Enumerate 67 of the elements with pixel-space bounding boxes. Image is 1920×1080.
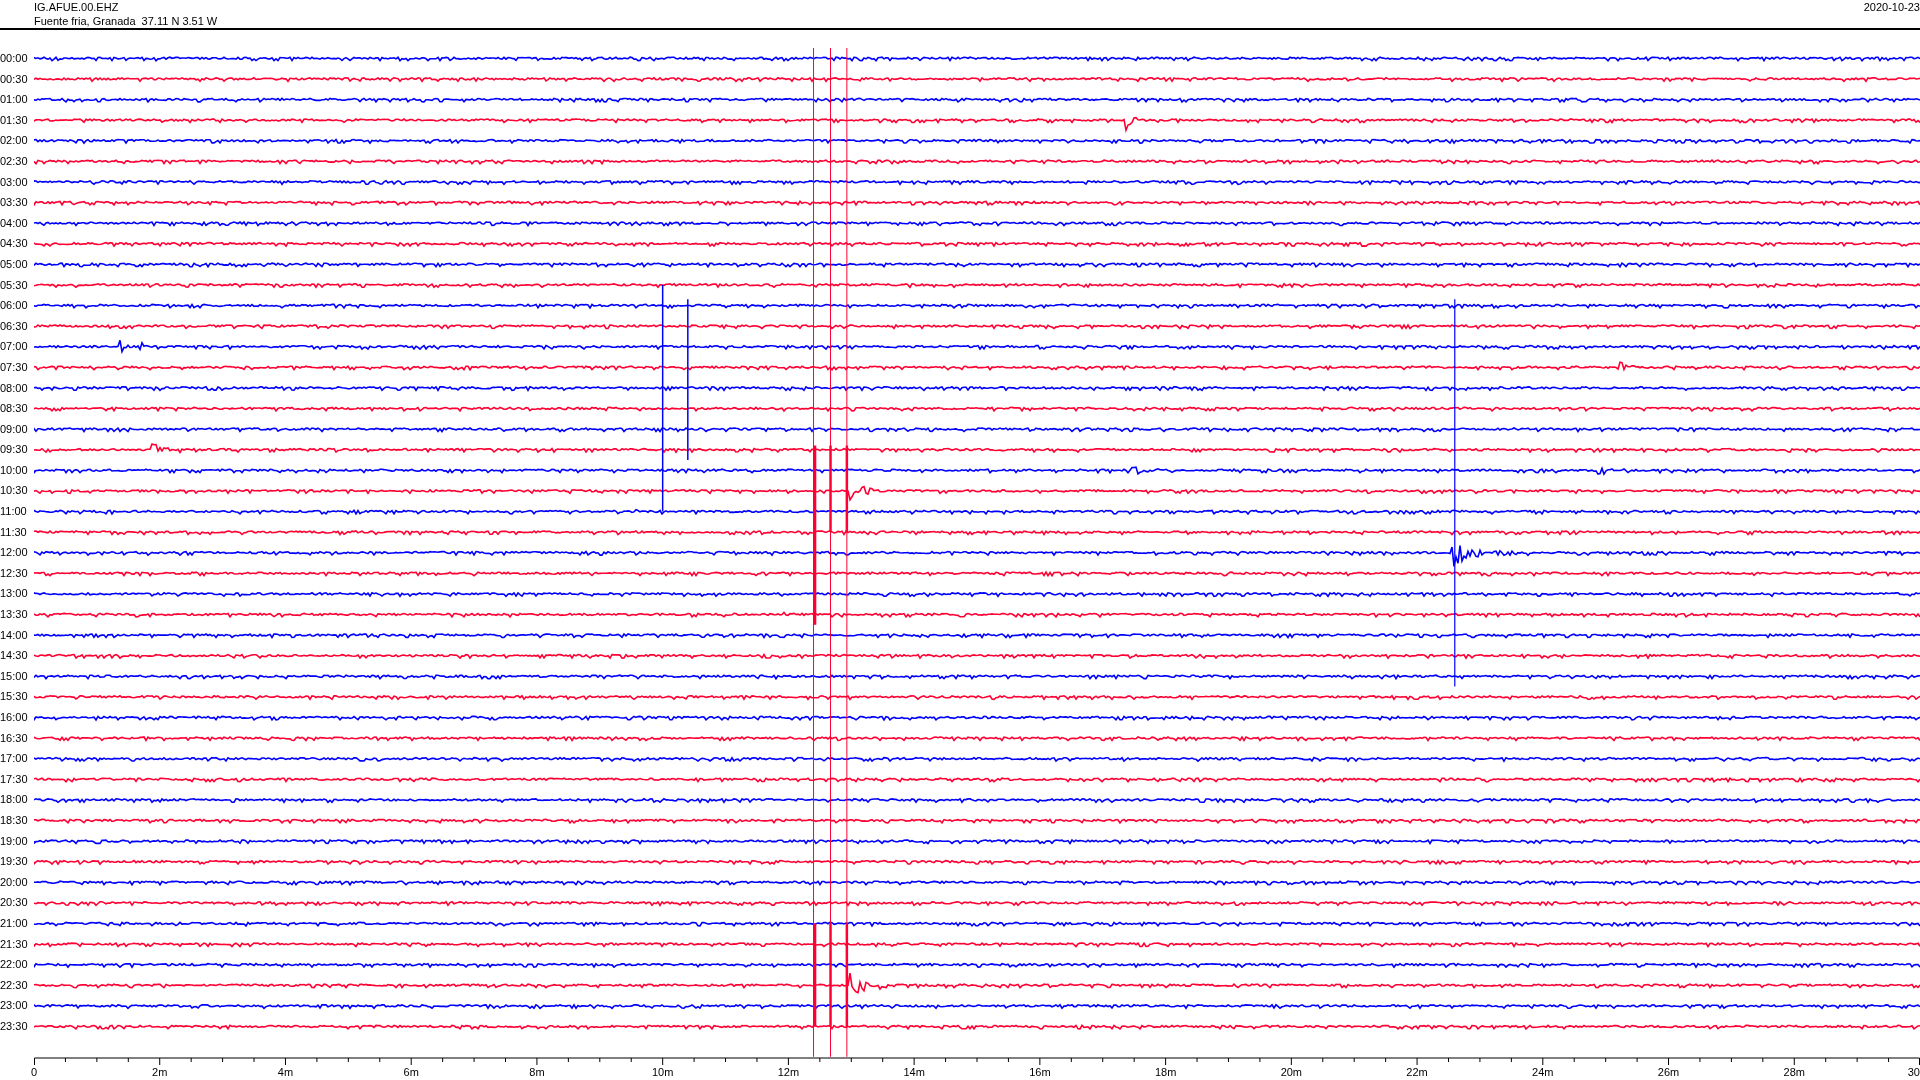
axis-tick-label: 6m: [403, 1066, 419, 1079]
time-label: 17:00: [0, 751, 29, 767]
time-label: 19:30: [0, 854, 29, 870]
time-label: 22:00: [0, 957, 29, 973]
station-location: Fuente fria, Granada 37.11 N 3.51 W: [34, 14, 218, 28]
time-label: 16:30: [0, 730, 29, 746]
time-label: 12:00: [0, 545, 29, 561]
time-label: 20:30: [0, 895, 29, 911]
time-label: 02:30: [0, 153, 29, 169]
time-label: 05:00: [0, 256, 29, 272]
axis-tick-label: 2m: [152, 1066, 168, 1079]
axis-tick-label: 14m: [903, 1066, 925, 1079]
time-label: 09:30: [0, 442, 29, 458]
time-label: 07:30: [0, 359, 29, 375]
time-label: 21:00: [0, 915, 29, 931]
time-label: 18:00: [0, 792, 29, 808]
axis-tick-label: 22m: [1406, 1066, 1428, 1079]
time-label: 03:30: [0, 195, 29, 211]
axis-tick-label: 30: [1907, 1066, 1920, 1079]
axis-tick-label: 10m: [651, 1066, 674, 1079]
time-label: 04:00: [0, 215, 29, 231]
time-label: 15:00: [0, 668, 29, 684]
time-label: 04:30: [0, 236, 29, 252]
time-label: 15:30: [0, 689, 29, 705]
axis-tick-label: 8m: [529, 1066, 545, 1079]
axis-tick-label: 0: [31, 1066, 38, 1079]
time-label: 14:30: [0, 648, 29, 664]
time-label: 01:00: [0, 92, 29, 108]
time-label: 06:30: [0, 318, 29, 334]
station-code: IG.AFUE.00.EHZ: [34, 0, 120, 14]
time-label: 11:30: [0, 524, 28, 540]
axis-tick-label: 26m: [1657, 1066, 1680, 1079]
time-label: 00:00: [0, 51, 29, 66]
time-label: 05:30: [0, 277, 29, 293]
axis-tick-label: 12m: [777, 1066, 800, 1079]
time-label: 14:00: [0, 627, 29, 643]
time-label: 10:00: [0, 462, 29, 478]
time-label: 17:30: [0, 771, 29, 787]
axis-tick-label: 28m: [1783, 1066, 1805, 1079]
time-label: 11:00: [0, 504, 28, 520]
time-label: 20:00: [0, 874, 29, 890]
time-label: 03:00: [0, 174, 29, 190]
time-label: 12:30: [0, 565, 29, 581]
axis-tick-label: 24m: [1532, 1066, 1554, 1079]
axis-tick-label: 16m: [1029, 1066, 1051, 1079]
plot-date: 2020-10-23: [1863, 0, 1920, 15]
time-label: 00:30: [0, 71, 29, 87]
time-label: 23:30: [0, 1018, 29, 1034]
time-label: 02:00: [0, 133, 29, 149]
time-label: 16:00: [0, 710, 29, 725]
time-label: 22:30: [0, 977, 29, 993]
time-label: 21:30: [0, 936, 29, 952]
time-label: 18:30: [0, 812, 29, 828]
time-label: 06:00: [0, 298, 29, 314]
time-label: 08:30: [0, 401, 29, 417]
time-label: 23:00: [0, 998, 29, 1014]
time-label: 01:30: [0, 112, 29, 128]
axis-tick-label: 18m: [1154, 1066, 1177, 1079]
time-label: 19:00: [0, 833, 29, 849]
time-label: 13:30: [0, 607, 29, 623]
time-label: 08:00: [0, 380, 29, 396]
axis-tick-label: 20m: [1280, 1066, 1303, 1079]
time-label: 10:30: [0, 483, 29, 499]
axis-tick-label: 4m: [277, 1066, 294, 1079]
time-label: 13:00: [0, 586, 29, 602]
time-label: 09:00: [0, 421, 29, 437]
time-label: 07:00: [0, 339, 29, 355]
